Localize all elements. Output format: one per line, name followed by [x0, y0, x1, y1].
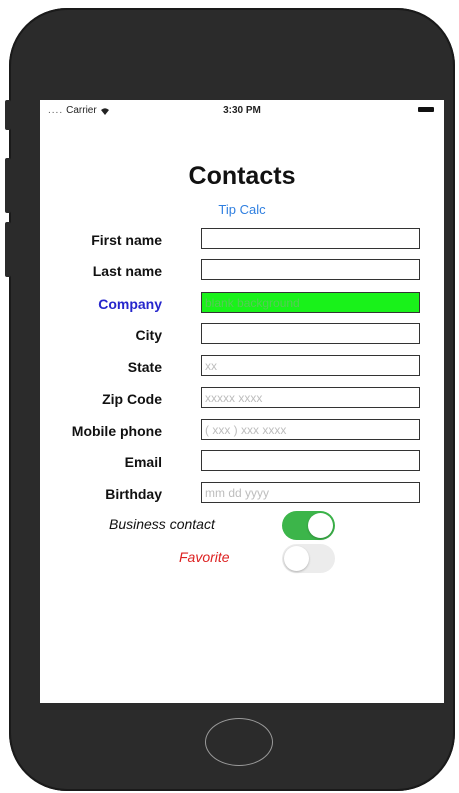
favorite-toggle[interactable] [282, 544, 335, 573]
state-row: State [40, 355, 444, 379]
volume-up-button [5, 158, 11, 213]
first-name-row: First name [40, 228, 444, 252]
city-field[interactable] [201, 323, 420, 344]
tip-calc-link[interactable]: Tip Calc [40, 202, 444, 217]
last-name-field[interactable] [201, 259, 420, 280]
email-row: Email [40, 450, 444, 474]
email-field[interactable] [201, 450, 420, 471]
favorite-label: Favorite [179, 549, 230, 565]
city-row: City [40, 323, 444, 347]
toggle-knob [284, 546, 309, 571]
zip-code-field[interactable] [201, 387, 420, 408]
status-time: 3:30 PM [223, 105, 261, 116]
state-label: State [127, 359, 162, 375]
battery-icon [418, 107, 434, 112]
last-name-row: Last name [40, 259, 444, 283]
birthday-row: Birthday [40, 482, 444, 506]
company-row: Company [40, 292, 444, 316]
mute-switch [5, 100, 11, 130]
status-bar: .... Carrier 3:30 PM [40, 100, 444, 120]
favorite-row: Favorite [40, 544, 444, 574]
company-field[interactable] [201, 292, 420, 313]
first-name-label: First name [91, 232, 162, 248]
birthday-label: Birthday [105, 486, 162, 502]
birthday-field[interactable] [201, 482, 420, 503]
email-label: Email [124, 454, 162, 470]
page-title: Contacts [188, 162, 296, 190]
mobile-phone-row: Mobile phone [40, 419, 444, 443]
app-screen: .... Carrier 3:30 PM Contacts Tip Calc F… [40, 100, 444, 703]
city-label: City [135, 327, 162, 343]
company-label: Company [98, 296, 162, 312]
business-contact-row: Business contact [40, 511, 444, 541]
home-button[interactable] [205, 718, 273, 766]
zip-code-row: Zip Code [40, 387, 444, 411]
last-name-label: Last name [92, 263, 162, 279]
mobile-phone-field[interactable] [201, 419, 420, 440]
business-contact-label: Business contact [109, 516, 215, 532]
zip-code-label: Zip Code [102, 391, 162, 407]
mobile-phone-label: Mobile phone [71, 423, 162, 439]
state-field[interactable] [201, 355, 420, 376]
business-contact-toggle[interactable] [282, 511, 335, 540]
volume-down-button [5, 222, 11, 277]
first-name-field[interactable] [201, 228, 420, 249]
toggle-knob [308, 513, 333, 538]
